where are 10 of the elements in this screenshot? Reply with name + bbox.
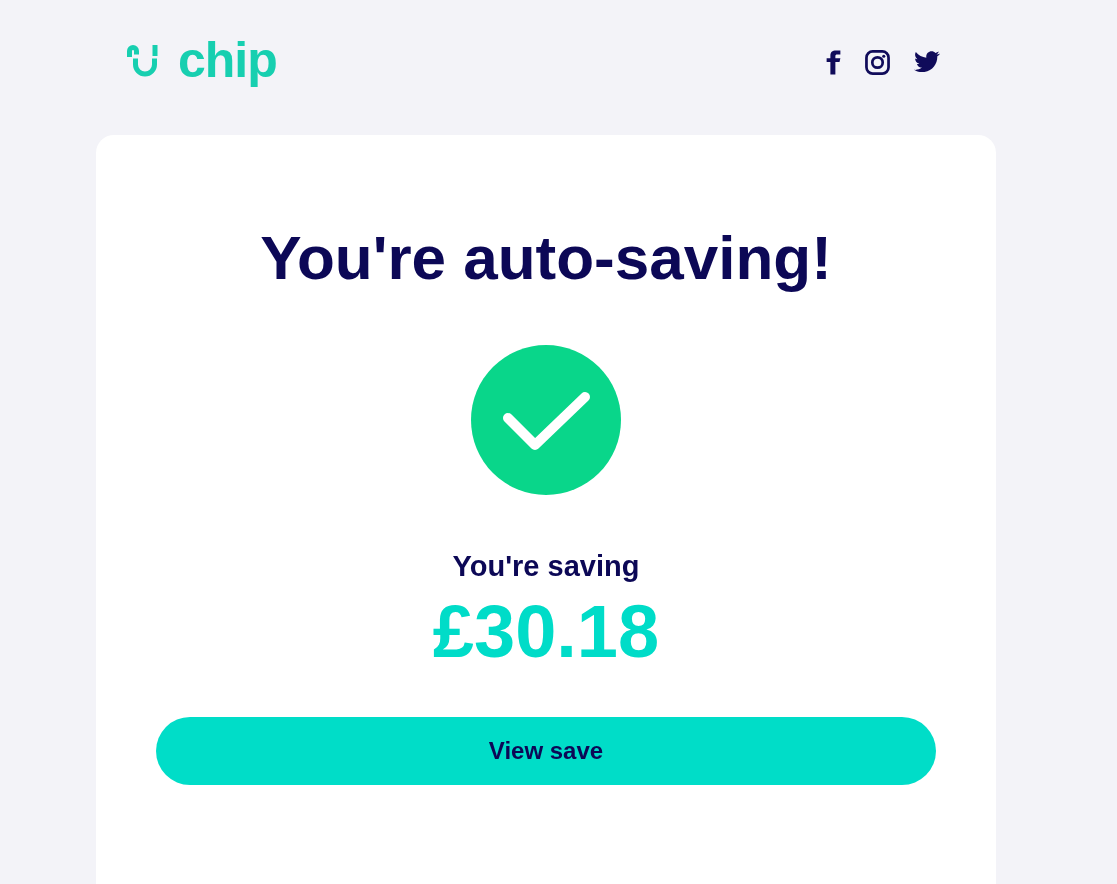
logo-text: chip (178, 35, 277, 85)
bird-icon[interactable] (914, 50, 940, 72)
page-title: You're auto-saving! (260, 222, 832, 294)
smiley-icon (126, 45, 158, 77)
check-circle-icon (471, 345, 621, 496)
camera-icon[interactable] (865, 50, 890, 75)
saving-amount: £30.18 (432, 589, 660, 676)
f-letter-icon[interactable] (826, 50, 841, 75)
saving-label: You're saving (452, 549, 640, 585)
view-save-button[interactable]: View save (156, 717, 936, 785)
